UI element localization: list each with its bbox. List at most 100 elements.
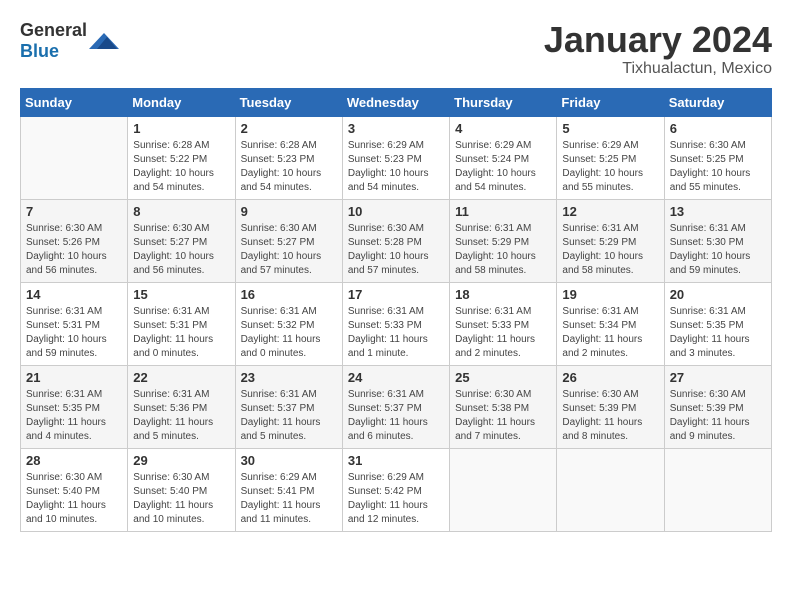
weekday-header-wednesday: Wednesday [342, 88, 449, 116]
day-info: Sunrise: 6:30 AMSunset: 5:28 PMDaylight:… [348, 222, 444, 278]
day-number: 31 [348, 453, 444, 468]
calendar-cell: 30 Sunrise: 6:29 AMSunset: 5:41 PMDayligh… [235, 448, 342, 531]
logo-general: General [20, 20, 87, 40]
calendar-cell: 29 Sunrise: 6:30 AMSunset: 5:40 PMDayligh… [128, 448, 235, 531]
calendar-subtitle: Tixhualactun, Mexico [544, 60, 772, 78]
day-info: Sunrise: 6:30 AMSunset: 5:25 PMDaylight:… [670, 139, 766, 195]
calendar-cell: 31Sunrise: 6:29 AMSunset: 5:42 PMDayligh… [342, 448, 449, 531]
calendar-week-3: 14 Sunrise: 6:31 AMSunset: 5:31 PMDayligh… [21, 282, 772, 365]
day-number: 3 [348, 121, 444, 136]
day-info: Sunrise: 6:29 AMSunset: 5:41 PMDaylight:… [241, 471, 337, 527]
day-number: 5 [562, 121, 658, 136]
day-number: 29 [133, 453, 229, 468]
calendar-cell: 21Sunrise: 6:31 AMSunset: 5:35 PMDayligh… [21, 365, 128, 448]
day-number: 18 [455, 287, 551, 302]
day-number: 24 [348, 370, 444, 385]
day-info: Sunrise: 6:30 AMSunset: 5:40 PMDaylight:… [26, 471, 122, 527]
day-info: Sunrise: 6:31 AMSunset: 5:31 PMDaylight:… [133, 305, 229, 361]
title-block: January 2024 Tixhualactun, Mexico [544, 20, 772, 78]
day-number: 28 [26, 453, 122, 468]
weekday-row: SundayMondayTuesdayWednesdayThursdayFrid… [21, 88, 772, 116]
day-info: Sunrise: 6:31 AMSunset: 5:37 PMDaylight:… [241, 388, 337, 444]
calendar-title: January 2024 [544, 20, 772, 60]
day-info: Sunrise: 6:30 AMSunset: 5:39 PMDaylight:… [562, 388, 658, 444]
day-info: Sunrise: 6:31 AMSunset: 5:30 PMDaylight:… [670, 222, 766, 278]
logo: General Blue [20, 20, 119, 62]
day-info: Sunrise: 6:30 AMSunset: 5:39 PMDaylight:… [670, 388, 766, 444]
day-info: Sunrise: 6:31 AMSunset: 5:33 PMDaylight:… [455, 305, 551, 361]
calendar-header: SundayMondayTuesdayWednesdayThursdayFrid… [21, 88, 772, 116]
day-number: 10 [348, 204, 444, 219]
calendar-body: 1Sunrise: 6:28 AMSunset: 5:22 PMDaylight… [21, 116, 772, 531]
calendar-cell: 5Sunrise: 6:29 AMSunset: 5:25 PMDaylight… [557, 116, 664, 199]
calendar-week-2: 7 Sunrise: 6:30 AMSunset: 5:26 PMDaylight… [21, 199, 772, 282]
day-number: 8 [133, 204, 229, 219]
calendar-cell [450, 448, 557, 531]
weekday-header-thursday: Thursday [450, 88, 557, 116]
day-info: Sunrise: 6:29 AMSunset: 5:24 PMDaylight:… [455, 139, 551, 195]
calendar-cell: 10 Sunrise: 6:30 AMSunset: 5:28 PMDayligh… [342, 199, 449, 282]
day-number: 21 [26, 370, 122, 385]
day-number: 6 [670, 121, 766, 136]
day-number: 22 [133, 370, 229, 385]
day-number: 19 [562, 287, 658, 302]
day-number: 17 [348, 287, 444, 302]
calendar-cell: 6 Sunrise: 6:30 AMSunset: 5:25 PMDaylight… [664, 116, 771, 199]
day-number: 25 [455, 370, 551, 385]
calendar-cell: 14 Sunrise: 6:31 AMSunset: 5:31 PMDayligh… [21, 282, 128, 365]
day-number: 15 [133, 287, 229, 302]
day-info: Sunrise: 6:31 AMSunset: 5:37 PMDaylight:… [348, 388, 444, 444]
calendar-cell: 12Sunrise: 6:31 AMSunset: 5:29 PMDayligh… [557, 199, 664, 282]
calendar-cell [664, 448, 771, 531]
day-info: Sunrise: 6:30 AMSunset: 5:40 PMDaylight:… [133, 471, 229, 527]
page-header: General Blue January 2024 Tixhualactun, … [20, 20, 772, 78]
day-number: 14 [26, 287, 122, 302]
day-number: 12 [562, 204, 658, 219]
logo-text: General Blue [20, 20, 87, 62]
calendar-cell: 25 Sunrise: 6:30 AMSunset: 5:38 PMDayligh… [450, 365, 557, 448]
weekday-header-monday: Monday [128, 88, 235, 116]
calendar-cell: 27Sunrise: 6:30 AMSunset: 5:39 PMDayligh… [664, 365, 771, 448]
calendar-cell: 22 Sunrise: 6:31 AMSunset: 5:36 PMDayligh… [128, 365, 235, 448]
day-number: 4 [455, 121, 551, 136]
calendar-cell: 23Sunrise: 6:31 AMSunset: 5:37 PMDayligh… [235, 365, 342, 448]
calendar-cell: 11 Sunrise: 6:31 AMSunset: 5:29 PMDayligh… [450, 199, 557, 282]
day-number: 26 [562, 370, 658, 385]
day-number: 11 [455, 204, 551, 219]
day-info: Sunrise: 6:30 AMSunset: 5:27 PMDaylight:… [241, 222, 337, 278]
weekday-header-friday: Friday [557, 88, 664, 116]
logo-icon [89, 29, 119, 53]
calendar-cell: 1Sunrise: 6:28 AMSunset: 5:22 PMDaylight… [128, 116, 235, 199]
calendar-cell: 8Sunrise: 6:30 AMSunset: 5:27 PMDaylight… [128, 199, 235, 282]
calendar-week-5: 28 Sunrise: 6:30 AMSunset: 5:40 PMDayligh… [21, 448, 772, 531]
day-info: Sunrise: 6:31 AMSunset: 5:36 PMDaylight:… [133, 388, 229, 444]
day-number: 7 [26, 204, 122, 219]
calendar-cell: 24 Sunrise: 6:31 AMSunset: 5:37 PMDayligh… [342, 365, 449, 448]
day-number: 2 [241, 121, 337, 136]
day-info: Sunrise: 6:28 AMSunset: 5:23 PMDaylight:… [241, 139, 337, 195]
day-info: Sunrise: 6:30 AMSunset: 5:26 PMDaylight:… [26, 222, 122, 278]
day-number: 9 [241, 204, 337, 219]
calendar-cell: 15 Sunrise: 6:31 AMSunset: 5:31 PMDayligh… [128, 282, 235, 365]
day-info: Sunrise: 6:30 AMSunset: 5:38 PMDaylight:… [455, 388, 551, 444]
day-number: 1 [133, 121, 229, 136]
day-number: 30 [241, 453, 337, 468]
calendar-cell: 9 Sunrise: 6:30 AMSunset: 5:27 PMDaylight… [235, 199, 342, 282]
calendar-cell: 7 Sunrise: 6:30 AMSunset: 5:26 PMDaylight… [21, 199, 128, 282]
calendar-cell: 2 Sunrise: 6:28 AMSunset: 5:23 PMDaylight… [235, 116, 342, 199]
calendar-week-1: 1Sunrise: 6:28 AMSunset: 5:22 PMDaylight… [21, 116, 772, 199]
day-info: Sunrise: 6:31 AMSunset: 5:31 PMDaylight:… [26, 305, 122, 361]
day-number: 13 [670, 204, 766, 219]
calendar-week-4: 21Sunrise: 6:31 AMSunset: 5:35 PMDayligh… [21, 365, 772, 448]
day-number: 16 [241, 287, 337, 302]
day-info: Sunrise: 6:31 AMSunset: 5:34 PMDaylight:… [562, 305, 658, 361]
calendar-cell: 26 Sunrise: 6:30 AMSunset: 5:39 PMDayligh… [557, 365, 664, 448]
day-info: Sunrise: 6:31 AMSunset: 5:29 PMDaylight:… [455, 222, 551, 278]
calendar-cell [21, 116, 128, 199]
calendar-cell: 13 Sunrise: 6:31 AMSunset: 5:30 PMDayligh… [664, 199, 771, 282]
day-info: Sunrise: 6:31 AMSunset: 5:33 PMDaylight:… [348, 305, 444, 361]
calendar-cell: 16Sunrise: 6:31 AMSunset: 5:32 PMDayligh… [235, 282, 342, 365]
logo-blue: Blue [20, 41, 59, 61]
calendar-cell: 20Sunrise: 6:31 AMSunset: 5:35 PMDayligh… [664, 282, 771, 365]
calendar-cell: 17 Sunrise: 6:31 AMSunset: 5:33 PMDayligh… [342, 282, 449, 365]
